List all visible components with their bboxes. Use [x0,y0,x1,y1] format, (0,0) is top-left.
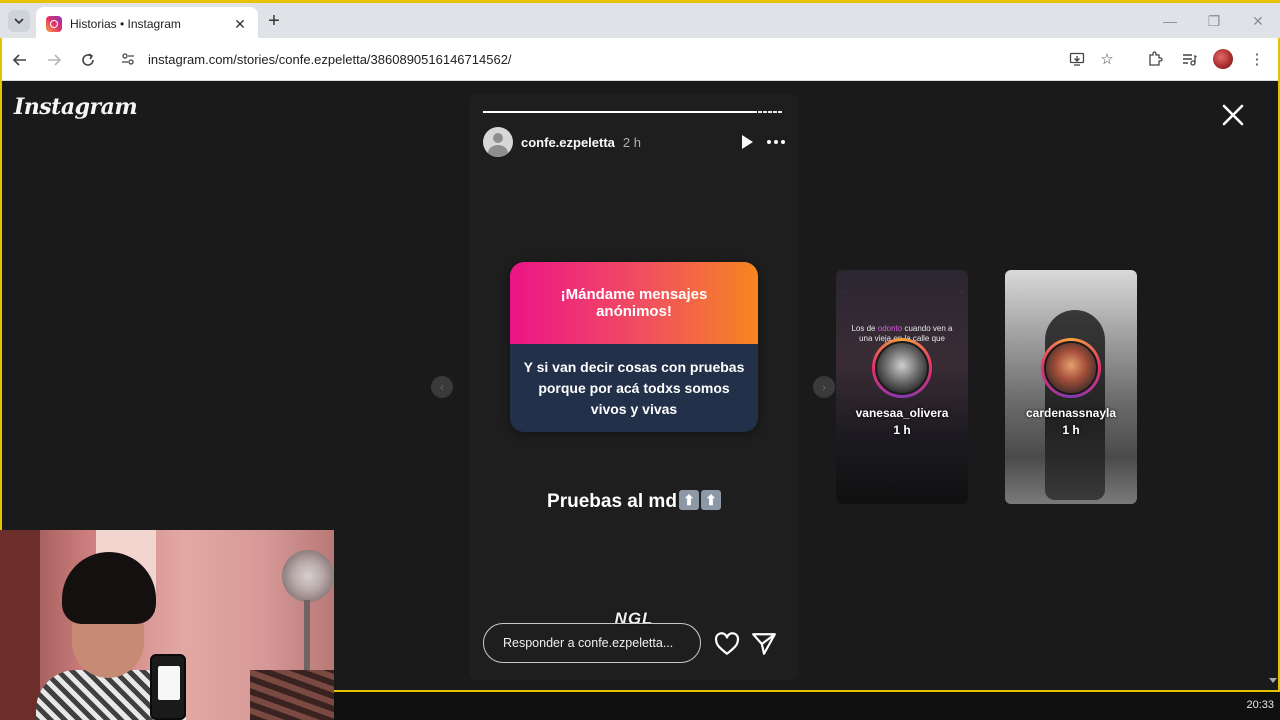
story-progress-bar [483,111,783,113]
preview-username: cardenassnayla [1025,406,1117,420]
site-info-icon[interactable] [118,49,138,69]
webcam-bed [250,670,334,720]
preview-avatar-ring [1041,338,1101,398]
ngl-card-message: Y si van decir cosas con pruebas porque … [523,358,745,417]
chevron-down-icon [14,18,24,25]
instagram-logo[interactable]: Instagram [14,94,138,120]
scroll-down-icon[interactable] [1269,678,1277,683]
ngl-question-card: ¡Mándame mensajes anónimos! Y si van dec… [510,262,758,432]
next-story-button[interactable]: › [813,376,835,398]
webcam-overlay [0,530,334,720]
story-username[interactable]: confe.ezpeletta [521,135,615,150]
browser-tab-active[interactable]: Historias • Instagram ✕ [36,7,258,41]
story-user-avatar[interactable] [483,127,513,157]
more-options-icon[interactable] [767,140,785,144]
close-icon[interactable] [1220,102,1246,128]
reload-button[interactable] [76,48,100,72]
up-arrow-emoji-icon [700,490,721,510]
reload-icon [82,53,94,66]
new-tab-button[interactable]: + [264,11,284,31]
webcam-fan [282,550,334,602]
extensions-icon[interactable] [1138,46,1172,72]
up-arrow-emoji-icon [678,490,699,510]
window-controls: — ❐ ✕ [1148,7,1280,35]
tab-close-icon[interactable]: ✕ [232,16,248,33]
preview-mini-header: · · [842,290,962,296]
previous-story-button[interactable]: ‹ [431,376,453,398]
toolbar-right-actions: ⋮ [1138,46,1274,72]
send-icon[interactable] [751,632,777,656]
preview-avatar [875,341,929,395]
ngl-card-title: ¡Mándame mensajes anónimos! [560,286,708,320]
install-app-icon[interactable] [1062,47,1092,71]
webcam-door [0,530,40,720]
story-caption-text: Pruebas al md [547,491,677,512]
browser-tabbar: Historias • Instagram ✕ + — ❐ ✕ [0,0,1280,41]
story-header: confe.ezpeletta 2 h [483,126,785,158]
reply-input[interactable]: Responder a confe.ezpeletta... [483,623,701,663]
browser-toolbar: instagram.com/stories/confe.ezpeletta/38… [0,38,1280,81]
frame-border-left [0,38,2,530]
ngl-card-body: Y si van decir cosas con pruebas porque … [510,344,758,432]
kebab-menu-icon[interactable]: ⋮ [1240,46,1274,72]
instagram-favicon-icon [46,16,62,32]
restore-icon[interactable]: ❐ [1192,7,1236,35]
story-preview-vanesaa[interactable]: · · Los de odonto cuando ven a una vieja … [836,270,968,504]
forward-button[interactable] [42,48,66,72]
preview-username: vanesaa_olivera [855,406,949,420]
arrow-right-icon [48,54,62,66]
story-progress-fill [483,111,756,113]
tab-search-button[interactable] [8,10,30,32]
address-bar[interactable]: instagram.com/stories/confe.ezpeletta/38… [110,43,1122,75]
webcam-phone [150,654,186,720]
story-time: 2 h [622,134,641,150]
preview-avatar-ring [872,338,932,398]
back-button[interactable] [8,48,32,72]
webcam-person-hair [62,552,156,624]
taskbar: 20:33 [334,690,1280,720]
preview-avatar [1044,341,1098,395]
minimize-icon[interactable]: — [1148,7,1192,35]
play-icon[interactable] [742,135,753,149]
preview-time: 1 h [1062,423,1080,437]
bookmark-star-icon[interactable]: ☆ [1092,47,1122,71]
tab-title: Historias • Instagram [70,17,181,31]
reply-placeholder: Responder a confe.ezpeletta... [503,636,674,650]
profile-avatar[interactable] [1206,46,1240,72]
story-caption: Pruebas al md [469,490,799,513]
arrow-left-icon [12,54,26,66]
heart-icon[interactable] [714,632,740,656]
webcam-person [36,552,186,720]
story-header-actions [742,135,785,149]
preview-time: 1 h [893,423,911,437]
story-preview-cardenassnayla[interactable]: cardenassnayla 1 h [1005,270,1137,504]
chevron-right-icon: › [822,380,826,394]
window-close-icon[interactable]: ✕ [1236,7,1280,35]
url-text[interactable]: instagram.com/stories/confe.ezpeletta/38… [148,52,1062,67]
chevron-left-icon: ‹ [440,380,444,394]
story-card[interactable]: confe.ezpeletta 2 h ¡Mándame mensajes an… [469,94,799,680]
taskbar-clock[interactable]: 20:33 [1246,699,1274,711]
media-controls-icon[interactable] [1172,46,1206,72]
ngl-card-header: ¡Mándame mensajes anónimos! [510,262,758,344]
